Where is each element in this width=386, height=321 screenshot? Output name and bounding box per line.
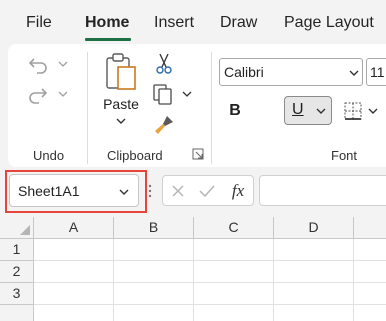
tab-insert[interactable]: Insert [154, 14, 194, 32]
cut-button[interactable] [152, 52, 176, 76]
close-icon [172, 185, 184, 197]
cell-d3[interactable] [274, 283, 354, 305]
undo-icon [28, 58, 68, 74]
row-header-2[interactable]: 2 [0, 261, 34, 283]
undo-group-label: Undo [33, 148, 65, 163]
active-tab-indicator [85, 38, 131, 41]
chevron-down-icon [349, 70, 359, 76]
cell-b3[interactable] [114, 283, 194, 305]
row-header-1[interactable]: 1 [0, 239, 34, 261]
cell-b1[interactable] [114, 239, 194, 261]
column-header-b[interactable]: B [114, 217, 194, 239]
font-name-value: Calibri [224, 64, 264, 80]
column-header-c[interactable]: C [194, 217, 274, 239]
cell-b4[interactable] [114, 305, 194, 321]
undo-button[interactable] [26, 52, 72, 76]
clipboard-dialog-launcher[interactable] [192, 148, 204, 160]
name-box-value: Sheet1A1 [18, 183, 80, 199]
drag-handle[interactable] [148, 183, 152, 199]
paste-icon [106, 53, 136, 90]
select-all-triangle-icon [20, 225, 30, 235]
column-header-a[interactable]: A [34, 217, 114, 239]
enter-button[interactable] [196, 180, 218, 202]
copy-button[interactable] [150, 82, 196, 106]
underline-button[interactable]: U [284, 96, 332, 125]
font-size-value: 11 [370, 64, 385, 80]
font-size-dropdown[interactable]: 11 [366, 58, 386, 86]
underline-label: U [292, 101, 304, 118]
cell-e3[interactable] [354, 283, 386, 305]
vertical-dots-icon [148, 184, 152, 198]
font-name-dropdown[interactable]: Calibri [219, 58, 363, 86]
cell-a1[interactable] [34, 239, 114, 261]
copy-icon [153, 84, 192, 105]
cell-e4[interactable] [354, 305, 386, 321]
formula-actions: fx [162, 175, 254, 206]
dialog-launcher-icon [192, 148, 204, 160]
cell-d1[interactable] [274, 239, 354, 261]
cell-e1[interactable] [354, 239, 386, 261]
row-header-3[interactable]: 3 [0, 283, 34, 305]
cell-c4[interactable] [194, 305, 274, 321]
cell-a4[interactable] [34, 305, 114, 321]
redo-icon [29, 88, 68, 104]
bold-button[interactable]: B [223, 97, 247, 125]
font-group-label: Font [331, 148, 358, 163]
paste-button[interactable]: Paste [100, 52, 142, 134]
checkmark-icon [199, 185, 215, 198]
select-all-button[interactable] [0, 217, 34, 239]
paste-dropdown-chevron-icon [116, 118, 126, 124]
tab-page-layout[interactable]: Page Layout [284, 14, 374, 32]
group-divider [211, 52, 212, 164]
column-header-d[interactable]: D [274, 217, 354, 239]
cell-b2[interactable] [114, 261, 194, 283]
chevron-down-icon [368, 108, 378, 114]
scissors-icon [156, 53, 172, 74]
cell-e2[interactable] [354, 261, 386, 283]
tab-file[interactable]: File [26, 14, 52, 32]
cell-a2[interactable] [34, 261, 114, 283]
group-divider [87, 52, 88, 164]
paste-label: Paste [103, 96, 139, 112]
ribbon-tab-bar: File Home Insert Draw Page Layout [0, 0, 386, 44]
tab-draw[interactable]: Draw [220, 14, 257, 32]
borders-dropdown[interactable] [366, 97, 380, 125]
insert-function-button[interactable]: fx [225, 178, 251, 204]
cell-d4[interactable] [274, 305, 354, 321]
format-painter-button[interactable] [151, 112, 177, 138]
cancel-button[interactable] [167, 180, 189, 202]
column-header-partial[interactable] [354, 217, 386, 239]
formula-input[interactable] [259, 175, 386, 206]
tab-home[interactable]: Home [85, 14, 129, 32]
cell-c2[interactable] [194, 261, 274, 283]
paintbrush-icon [155, 116, 173, 134]
cell-c1[interactable] [194, 239, 274, 261]
redo-button[interactable] [26, 82, 72, 106]
underline-dropdown-chevron-icon [316, 108, 326, 114]
chevron-down-icon [119, 189, 129, 195]
cell-c3[interactable] [194, 283, 274, 305]
borders-button[interactable] [340, 97, 366, 125]
borders-icon [344, 102, 362, 120]
cell-a3[interactable] [34, 283, 114, 305]
cell-d2[interactable] [274, 261, 354, 283]
row-header-partial[interactable] [0, 305, 34, 321]
name-box[interactable]: Sheet1A1 [9, 174, 139, 207]
clipboard-group-label: Clipboard [107, 148, 163, 163]
